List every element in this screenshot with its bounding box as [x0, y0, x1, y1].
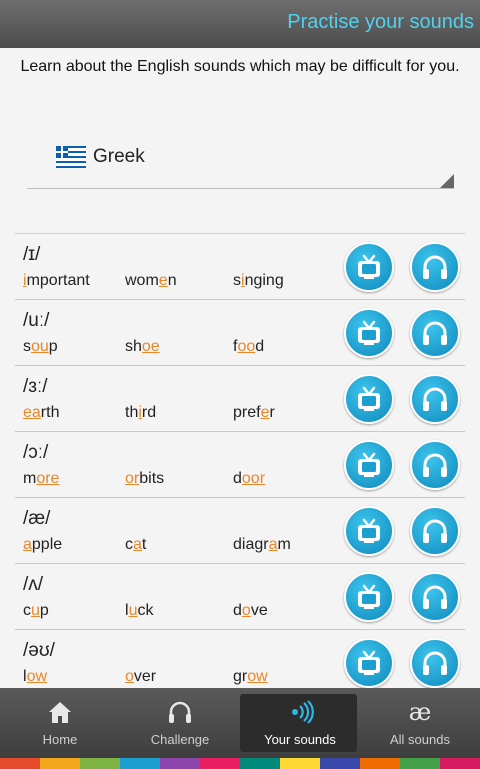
strip-segment — [280, 758, 320, 769]
header-bar: Practise your sounds — [0, 0, 480, 48]
sound-list: /ɪ/important women singing/uː/soup shoe food… — [15, 233, 465, 695]
strip-segment — [440, 758, 480, 769]
audio-button[interactable] — [410, 308, 460, 358]
audio-button[interactable] — [410, 638, 460, 688]
sound-row[interactable]: /ɪ/important women singing — [15, 233, 465, 299]
strip-segment — [320, 758, 360, 769]
example-word: luck — [125, 602, 154, 619]
home-icon — [0, 698, 120, 726]
example-word: third — [125, 404, 157, 421]
audio-button[interactable] — [410, 440, 460, 490]
example-word: over — [125, 668, 157, 685]
tab-challenge[interactable]: Challenge — [120, 688, 240, 758]
language-dropdown-underline — [27, 188, 454, 189]
strip-segment — [120, 758, 160, 769]
intro-text: Learn about the English sounds which may… — [20, 58, 460, 75]
example-word: dove — [233, 602, 268, 619]
bottom-tab-bar: Home Challenge Your sounds æ All sounds — [0, 688, 480, 758]
video-button[interactable] — [344, 374, 394, 424]
tab-your-sounds[interactable]: Your sounds — [240, 688, 360, 758]
sound-row[interactable]: /əʊ/low over grow — [15, 629, 465, 695]
sound-row[interactable]: /ɜː/earth third prefer — [15, 365, 465, 431]
sound-symbol: /əʊ/ — [23, 640, 55, 661]
example-word: apple — [23, 536, 63, 553]
ae-icon: æ — [360, 698, 480, 726]
greece-flag-icon — [56, 146, 86, 168]
sound-waves-icon — [240, 698, 360, 726]
example-word: cat — [125, 536, 147, 553]
video-button[interactable] — [344, 242, 394, 292]
strip-segment — [0, 758, 40, 769]
page-title: Practise your sounds — [287, 11, 474, 33]
strip-segment — [240, 758, 280, 769]
example-word: more — [23, 470, 60, 487]
audio-button[interactable] — [410, 374, 460, 424]
strip-segment — [160, 758, 200, 769]
headphones-icon — [120, 698, 240, 726]
video-button[interactable] — [344, 440, 394, 490]
tab-all-sounds[interactable]: æ All sounds — [360, 688, 480, 758]
sound-symbol: /ɜː/ — [23, 376, 48, 397]
audio-button[interactable] — [410, 506, 460, 556]
sound-symbol: /ɪ/ — [23, 244, 41, 265]
strip-segment — [200, 758, 240, 769]
sound-row[interactable]: /uː/soup shoe food — [15, 299, 465, 365]
tab-label: All sounds — [390, 732, 450, 747]
audio-button[interactable] — [410, 242, 460, 292]
example-word: low — [23, 668, 48, 685]
sound-row[interactable]: /ʌ/cup luck dove — [15, 563, 465, 629]
tab-label: Home — [42, 732, 78, 747]
video-button[interactable] — [344, 506, 394, 556]
example-word: shoe — [125, 338, 160, 355]
example-word: food — [233, 338, 265, 355]
example-word: door — [233, 470, 266, 487]
example-word: orbits — [125, 470, 165, 487]
strip-segment — [360, 758, 400, 769]
tab-label: Your sounds — [264, 732, 336, 747]
strip-segment — [40, 758, 80, 769]
language-name: Greek — [93, 146, 145, 167]
example-word: prefer — [233, 404, 275, 421]
sound-symbol: /uː/ — [23, 310, 50, 331]
sound-symbol: /ɔː/ — [23, 442, 49, 463]
tab-label: Challenge — [150, 732, 210, 747]
sound-row[interactable]: /æ/apple cat diagram — [15, 497, 465, 563]
dropdown-arrow-icon[interactable] — [440, 174, 454, 188]
svg-text:æ: æ — [409, 698, 432, 726]
audio-button[interactable] — [410, 572, 460, 622]
example-word: grow — [233, 668, 268, 685]
example-word: earth — [23, 404, 60, 421]
example-word: diagram — [233, 536, 291, 553]
sound-row[interactable]: /ɔː/more orbits door — [15, 431, 465, 497]
example-word: singing — [233, 272, 284, 289]
example-word: important — [23, 272, 90, 289]
video-button[interactable] — [344, 308, 394, 358]
sound-symbol: /æ/ — [23, 508, 51, 529]
example-word: women — [125, 272, 177, 289]
video-button[interactable] — [344, 572, 394, 622]
color-strip — [0, 758, 480, 769]
example-word: soup — [23, 338, 58, 355]
strip-segment — [400, 758, 440, 769]
sound-symbol: /ʌ/ — [23, 574, 44, 595]
tab-home[interactable]: Home — [0, 688, 120, 758]
strip-segment — [80, 758, 120, 769]
example-word: cup — [23, 602, 49, 619]
video-button[interactable] — [344, 638, 394, 688]
